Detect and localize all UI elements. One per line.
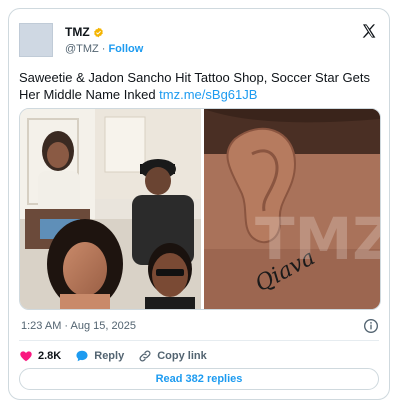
- tweet-link[interactable]: tmz.me/sBg61JB: [159, 87, 257, 102]
- x-logo-icon[interactable]: [361, 23, 377, 39]
- display-name[interactable]: TMZ: [65, 25, 90, 39]
- separator: ·: [101, 43, 106, 55]
- timestamp[interactable]: 1:23 AM · Aug 15, 2025: [21, 320, 136, 332]
- tweet-card: TMZ @TMZ · Follow Saweetie & Jadon Sanch…: [8, 8, 390, 400]
- action-bar: 2.8K Reply Copy link: [19, 347, 379, 365]
- copy-link-label: Copy link: [157, 350, 207, 362]
- like-count: 2.8K: [38, 350, 62, 362]
- heart-icon: [20, 351, 32, 362]
- reply-bubble-icon: [76, 350, 88, 362]
- follow-button[interactable]: Follow: [108, 43, 143, 55]
- reply-label: Reply: [94, 350, 125, 362]
- reply-button[interactable]: Reply: [75, 349, 124, 363]
- like-button[interactable]: 2.8K: [19, 349, 61, 363]
- watermark: TMZ: [255, 205, 380, 273]
- media-image: Qiava TMZ: [20, 109, 380, 309]
- info-icon[interactable]: [363, 318, 379, 334]
- verified-badge-icon: [93, 27, 103, 37]
- tweet-media[interactable]: Qiava TMZ: [19, 108, 381, 310]
- tweet-header: TMZ @TMZ · Follow: [19, 23, 379, 63]
- handle[interactable]: @TMZ: [65, 43, 99, 55]
- timestamp-row: 1:23 AM · Aug 15, 2025: [19, 318, 379, 336]
- name-row: TMZ: [65, 25, 104, 39]
- read-replies-button[interactable]: Read 382 replies: [19, 368, 379, 390]
- copy-link-button[interactable]: Copy link: [138, 349, 207, 363]
- tweet-text: Saweetie & Jadon Sancho Hit Tattoo Shop,…: [19, 69, 379, 103]
- handle-row: @TMZ · Follow: [65, 43, 143, 55]
- divider: [19, 340, 379, 341]
- link-icon: [139, 350, 151, 362]
- avatar[interactable]: [19, 23, 53, 57]
